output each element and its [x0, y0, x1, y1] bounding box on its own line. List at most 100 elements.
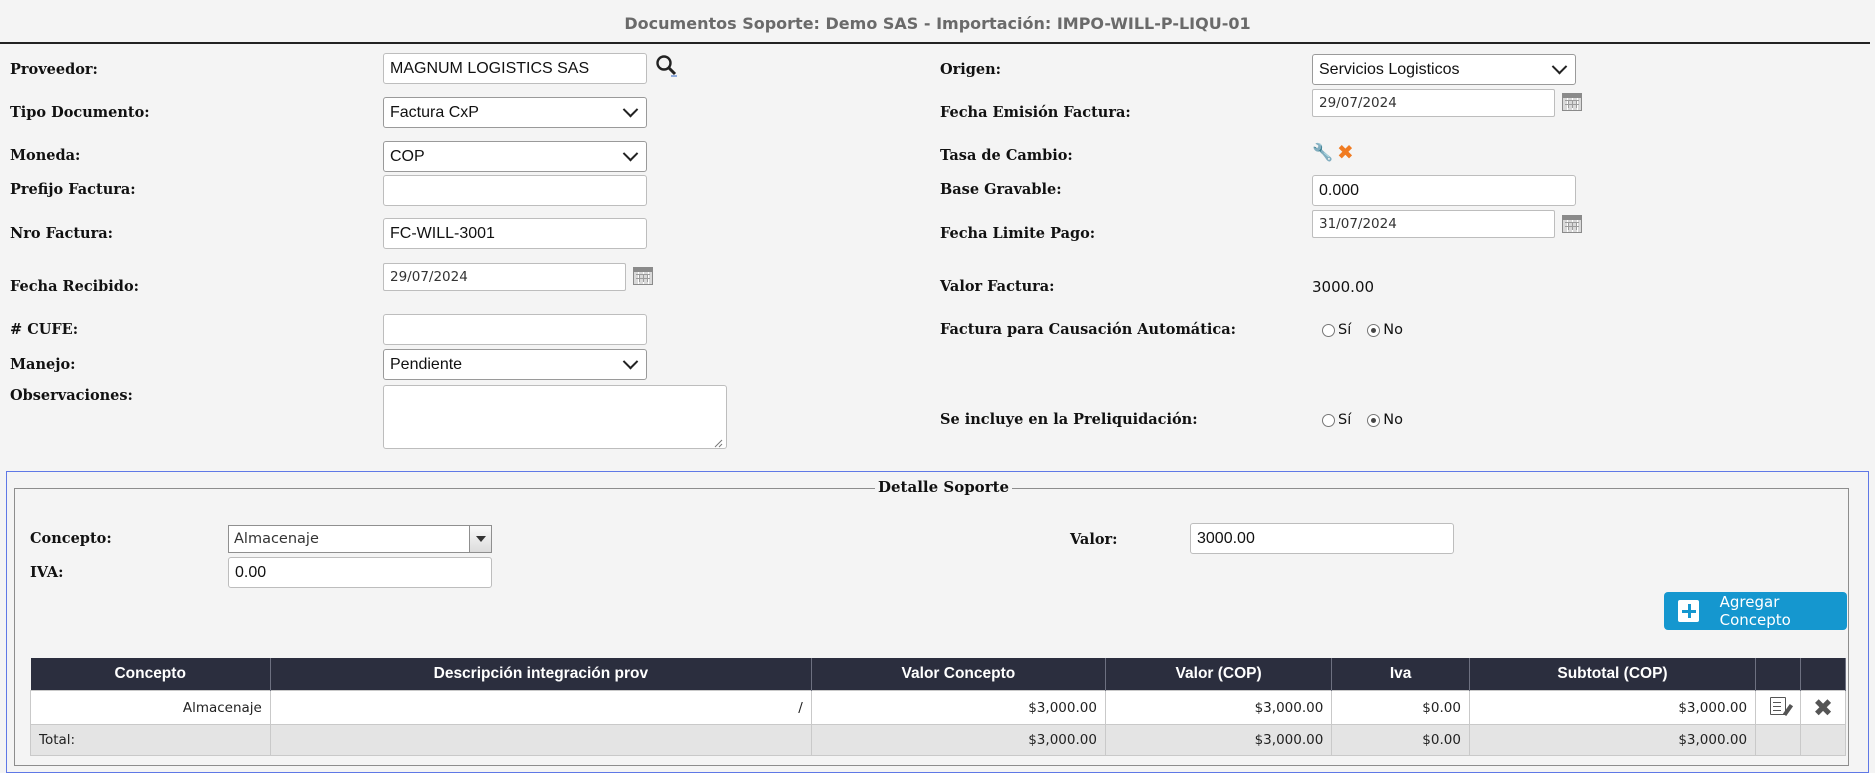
cufe-label: # CUFE:	[10, 321, 79, 338]
nro-factura-input[interactable]: FC-WILL-3001	[383, 218, 647, 249]
cell-concepto: Almacenaje	[30, 690, 271, 725]
manejo-label: Manejo:	[10, 356, 76, 373]
col-header-subtotal[interactable]: Subtotal (COP)	[1469, 658, 1757, 691]
tipo-documento-label: Tipo Documento:	[10, 104, 150, 121]
causacion-si-label: Sí	[1338, 322, 1352, 338]
detalle-legend: Detalle Soporte	[875, 478, 1013, 496]
agregar-concepto-button[interactable]: Agregar Concepto	[1664, 592, 1847, 630]
manejo-value: Pendiente	[390, 355, 463, 373]
moneda-select[interactable]: COP	[383, 141, 647, 172]
col-header-iva[interactable]: Iva	[1331, 658, 1470, 691]
base-gravable-input[interactable]: 0.000	[1312, 175, 1576, 206]
causacion-no-label: No	[1383, 322, 1403, 338]
total-descripcion	[269, 724, 812, 756]
fecha-recibido-input[interactable]: 29/07/2024	[383, 263, 626, 291]
nro-factura-label: Nro Factura:	[10, 225, 113, 242]
causacion-no-radio[interactable]	[1367, 323, 1381, 337]
fecha-limite-input[interactable]: 31/07/2024	[1312, 210, 1555, 238]
cell-valor-cop: $3,000.00	[1104, 690, 1333, 725]
cell-descripcion: /	[269, 690, 812, 725]
moneda-value: COP	[390, 147, 425, 165]
total-valor-cop: $3,000.00	[1104, 724, 1333, 756]
observaciones-textarea[interactable]	[383, 385, 727, 449]
valor-factura-label: Valor Factura:	[940, 278, 1055, 295]
total-subtotal: $3,000.00	[1468, 724, 1757, 756]
calendar-icon[interactable]	[1562, 93, 1582, 111]
page-title: Documentos Soporte: Demo SAS - Importaci…	[624, 14, 1251, 33]
iva-label: IVA:	[30, 564, 64, 581]
observaciones-label: Observaciones:	[10, 387, 133, 404]
causacion-label: Factura para Causación Automática:	[940, 321, 1236, 338]
chevron-down-icon	[622, 353, 639, 370]
cell-subtotal: $3,000.00	[1468, 690, 1757, 725]
manejo-select[interactable]: Pendiente	[383, 349, 647, 380]
table-total-row: Total: $3,000.00 $3,000.00 $0.00 $3,000.…	[30, 724, 1847, 756]
total-iva: $0.00	[1331, 724, 1470, 756]
fecha-recibido-label: Fecha Recibido:	[10, 278, 139, 295]
preliquidacion-si-radio[interactable]	[1322, 413, 1335, 427]
concepto-combobox[interactable]: Almacenaje	[228, 525, 492, 553]
col-header-delete	[1800, 658, 1847, 691]
fecha-emision-label: Fecha Emisión Factura:	[940, 104, 1131, 121]
cell-valor-concepto: $3,000.00	[810, 690, 1106, 725]
total-label: Total:	[30, 724, 271, 756]
chevron-down-icon	[1551, 58, 1568, 75]
total-delete-empty	[1799, 724, 1847, 756]
chevron-down-icon	[622, 101, 639, 118]
base-gravable-label: Base Gravable:	[940, 181, 1062, 198]
fecha-limite-label: Fecha Limite Pago:	[940, 225, 1096, 242]
resize-grip-icon[interactable]	[713, 435, 723, 448]
wrench-icon[interactable]: 🔧	[1312, 143, 1333, 163]
proveedor-input[interactable]: MAGNUM LOGISTICS SAS	[383, 53, 647, 84]
iva-input[interactable]: 0.00	[228, 557, 492, 588]
table-row: Almacenaje / $3,000.00 $3,000.00 $0.00 $…	[30, 690, 1847, 725]
proveedor-label: Proveedor:	[10, 61, 98, 78]
cell-delete: ✖	[1799, 690, 1847, 725]
tipo-documento-select[interactable]: Factura CxP	[383, 97, 647, 128]
plus-icon	[1678, 600, 1699, 622]
calendar-icon[interactable]	[633, 267, 653, 285]
agregar-concepto-label: Agregar Concepto	[1719, 593, 1791, 629]
col-header-valor-cop[interactable]: Valor (COP)	[1105, 658, 1333, 691]
col-header-edit	[1755, 658, 1801, 691]
tipo-documento-value: Factura CxP	[390, 103, 479, 121]
calendar-icon[interactable]	[1562, 215, 1582, 233]
cufe-input[interactable]	[383, 314, 647, 345]
concepto-value: Almacenaje	[234, 531, 319, 547]
col-header-valor-concepto[interactable]: Valor Concepto	[811, 658, 1106, 691]
tasa-cambio-label: Tasa de Cambio:	[940, 147, 1073, 164]
col-header-concepto[interactable]: Concepto	[30, 658, 271, 691]
origen-value: Servicios Logisticos	[1319, 60, 1460, 78]
preliquidacion-no-radio[interactable]	[1367, 413, 1381, 427]
causacion-radio-group: Sí No	[1322, 322, 1403, 338]
valor-factura-value: 3000.00	[1312, 278, 1375, 296]
prefijo-input[interactable]	[383, 175, 647, 206]
concepto-label: Concepto:	[30, 530, 112, 547]
total-valor-concepto: $3,000.00	[810, 724, 1106, 756]
delete-x-icon[interactable]: ✖	[1813, 694, 1833, 722]
cell-edit	[1755, 690, 1801, 725]
preliquidacion-no-label: No	[1383, 412, 1403, 428]
triangle-down-icon	[475, 536, 486, 542]
preliquidacion-label: Se incluye en la Preliquidación:	[940, 411, 1198, 428]
combo-dropdown-button[interactable]	[469, 526, 491, 552]
col-header-descripcion[interactable]: Descripción integración prov	[270, 658, 812, 691]
conceptos-table: Concepto Descripción integración prov Va…	[30, 658, 1847, 756]
fecha-emision-input[interactable]: 29/07/2024	[1312, 89, 1555, 117]
valor-label: Valor:	[1070, 531, 1118, 548]
causacion-si-radio[interactable]	[1322, 323, 1335, 337]
origen-label: Origen:	[940, 61, 1002, 78]
cell-iva: $0.00	[1331, 690, 1470, 725]
clear-x-icon[interactable]: ✖	[1337, 140, 1354, 164]
valor-input[interactable]: 3000.00	[1190, 523, 1454, 554]
chevron-down-icon	[622, 145, 639, 162]
total-edit-empty	[1755, 724, 1801, 756]
title-divider	[0, 42, 1870, 44]
preliquidacion-radio-group: Sí No	[1322, 412, 1403, 428]
edit-document-icon[interactable]	[1770, 696, 1787, 715]
moneda-label: Moneda:	[10, 147, 81, 164]
origen-select[interactable]: Servicios Logisticos	[1312, 54, 1576, 85]
preliquidacion-si-label: Sí	[1338, 412, 1352, 428]
prefijo-label: Prefijo Factura:	[10, 181, 136, 198]
search-icon[interactable]	[655, 54, 679, 78]
